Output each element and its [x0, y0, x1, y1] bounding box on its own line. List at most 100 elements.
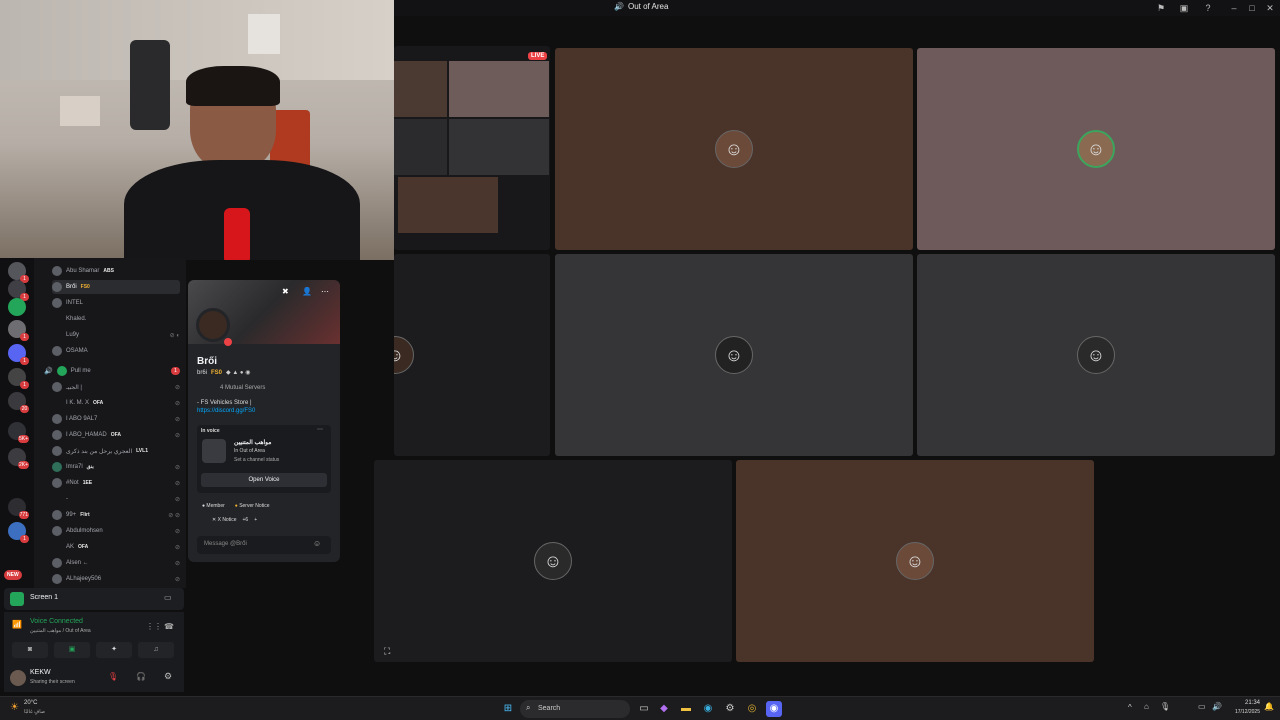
participant-tile-3[interactable]: ☺ — [394, 254, 550, 456]
server-icon[interactable]: 1 — [8, 368, 29, 389]
soundboard-button[interactable]: ♫ — [138, 642, 174, 658]
server-icon[interactable]: 1 — [8, 344, 29, 365]
voice-member[interactable]: Imra7l بنق ⊘ — [52, 460, 180, 474]
screen-share-button[interactable]: ▣ — [54, 642, 90, 658]
participant-tile-5[interactable]: ☺ — [917, 254, 1275, 456]
avatar — [52, 510, 62, 520]
participant-tile-6[interactable]: ☺ ⛶ — [374, 460, 732, 662]
server-icon[interactable] — [8, 298, 26, 316]
server-icon[interactable]: 1 — [8, 280, 29, 301]
avatar — [52, 558, 62, 568]
participant-tile-1[interactable]: ☺ — [555, 48, 913, 250]
search-box[interactable]: ⌕ Search — [520, 700, 630, 718]
clock-time[interactable]: 21:34 — [1230, 700, 1260, 706]
notification-icon[interactable]: 🔔 — [1264, 702, 1274, 711]
help-icon[interactable]: ? — [1202, 2, 1214, 14]
new-badge: NEW — [4, 570, 22, 580]
user-panel: KEKW Sharing their screen 🎙 🎧 ⚙ — [4, 664, 184, 692]
voice-member[interactable]: 99+ Flirt ⊘ ⊘ — [52, 508, 180, 522]
maximize-icon[interactable]: □ — [1246, 2, 1258, 14]
start-icon[interactable]: ⊞ — [500, 701, 516, 717]
app-icon[interactable]: ◆ — [656, 701, 672, 717]
discord-icon[interactable]: ◉ — [766, 701, 782, 717]
voice-member[interactable]: INTEL — [52, 296, 180, 310]
volume-icon[interactable]: 🔊 — [1212, 702, 1222, 711]
server-icon[interactable]: 771 — [8, 498, 29, 519]
close-icon[interactable]: ✕ — [1264, 2, 1276, 14]
voice-member[interactable]: ALhajeey506 ⊘ — [52, 572, 180, 586]
clock-date[interactable]: 17/12/2025 — [1222, 709, 1260, 715]
emoji-icon[interactable]: ☺ — [313, 539, 321, 548]
voice-member[interactable]: Khaled. — [52, 312, 180, 326]
avatar — [52, 430, 62, 440]
server-icon[interactable]: 1 — [8, 262, 29, 283]
avatar — [52, 542, 62, 552]
voice-member[interactable]: Lu9y ⊘ ◐ — [52, 328, 180, 342]
minimize-icon[interactable]: – — [1228, 2, 1240, 14]
flag-icon[interactable]: ⚑ — [1155, 2, 1167, 14]
server-icon[interactable]: 20 — [8, 392, 29, 413]
server-icon[interactable]: 5K+ — [8, 422, 29, 443]
network-icon[interactable]: ⌂ — [1144, 702, 1149, 711]
more-options-icon[interactable]: ⋯ — [321, 287, 329, 296]
server-icon[interactable]: 2K+ — [8, 448, 29, 469]
participant-tile-2[interactable]: ☺ — [917, 48, 1275, 250]
voice-member[interactable]: I ABO 9AL7 ⊘ — [52, 412, 180, 426]
status-dnd-icon — [224, 338, 232, 346]
tray-chevron-icon[interactable]: ^ — [1128, 703, 1132, 712]
participant-tile-7[interactable]: ☺ — [736, 460, 1094, 662]
voice-member[interactable]: الجبيـ | ⊘ — [52, 380, 180, 394]
activities-button[interactable]: ✦ — [96, 642, 132, 658]
screen-share-tile[interactable]: LIVE ⛶ — [394, 46, 550, 250]
voice-member[interactable]: I ABO_HAMAD OFA ⊘ — [52, 428, 180, 442]
noise-suppression-icon[interactable]: ⋮⋮ — [146, 622, 162, 631]
voice-member[interactable]: AK OFA ⊘ — [52, 540, 180, 554]
voice-member[interactable]: 🔊 Pull me 1 — [44, 364, 180, 378]
weather-desc: صافٍ غالبًا — [24, 709, 46, 715]
monitor-icon[interactable]: ▭ — [164, 593, 172, 602]
avatar — [52, 526, 62, 536]
muted-icon: ⊘ — [174, 384, 180, 391]
voice-member[interactable]: Brői FS0 — [52, 280, 180, 294]
set-channel-status[interactable]: Set a channel status — [234, 457, 279, 463]
badges: ◆ ▲ ● ◉ — [226, 370, 251, 376]
voice-member[interactable]: Abdulmohsen ⊘ — [52, 524, 180, 538]
app-icon[interactable]: ⚙ — [722, 701, 738, 717]
close-icon[interactable]: ✖ — [282, 287, 289, 296]
task-view-icon[interactable]: ▭ — [636, 701, 652, 717]
message-input[interactable]: Message @Brői ☺ — [197, 536, 331, 554]
more-options-icon[interactable]: ⋯ — [317, 426, 323, 433]
participant-tile-4[interactable]: ☺ — [555, 254, 913, 456]
open-voice-button[interactable]: Open Voice — [201, 473, 327, 487]
edge-icon[interactable]: ◉ — [700, 701, 716, 717]
avatar[interactable] — [10, 670, 26, 686]
camera-button[interactable]: ◙ — [12, 642, 48, 658]
popout-icon[interactable]: ▣ — [1178, 2, 1190, 14]
deafen-icon[interactable]: 🎧 — [136, 672, 146, 681]
disconnect-icon[interactable]: ☎ — [164, 622, 174, 631]
voice-connection-panel: 📶 Voice Connected مواهب المتنيين / Out o… — [4, 612, 184, 664]
weather-icon[interactable]: ☀ — [10, 702, 19, 713]
mute-icon[interactable]: 🎙 — [108, 672, 118, 681]
settings-icon[interactable]: ⚙ — [164, 671, 172, 682]
voice-member[interactable]: Alsen ← ⊘ — [52, 556, 180, 570]
voice-member[interactable]: I K. M. X OFA ⊘ — [52, 396, 180, 410]
display-icon[interactable]: ▭ — [1198, 702, 1206, 711]
mic-icon[interactable]: 🎙 — [1160, 702, 1170, 711]
voice-member[interactable]: - ⊘ — [52, 492, 180, 506]
mutual-servers[interactable]: 4 Mutual Servers — [220, 385, 265, 391]
roles-more[interactable]: +6 — [243, 517, 249, 523]
voice-member[interactable]: #Not 1EE ⊘ — [52, 476, 180, 490]
voice-member[interactable]: Abu Shamar ABS — [52, 264, 180, 278]
server-icon[interactable]: 1 — [8, 522, 29, 543]
screen-share-panel[interactable]: Screen 1 ▭ — [4, 588, 184, 610]
file-explorer-icon[interactable]: ▬ — [678, 701, 694, 717]
chrome-icon[interactable]: ◎ — [744, 701, 760, 717]
role-member: ● Member — [202, 503, 225, 509]
voice-member[interactable]: OSAMA — [52, 344, 180, 358]
voice-member[interactable]: العجري يرحل من بند ذكرى LVL1 — [52, 444, 180, 458]
add-role-icon[interactable]: + — [254, 517, 257, 523]
add-friend-icon[interactable]: 👤 — [302, 287, 312, 296]
bio-link[interactable]: https://discord.gg/FS0 — [197, 408, 255, 414]
server-icon[interactable]: 1 — [8, 320, 29, 341]
